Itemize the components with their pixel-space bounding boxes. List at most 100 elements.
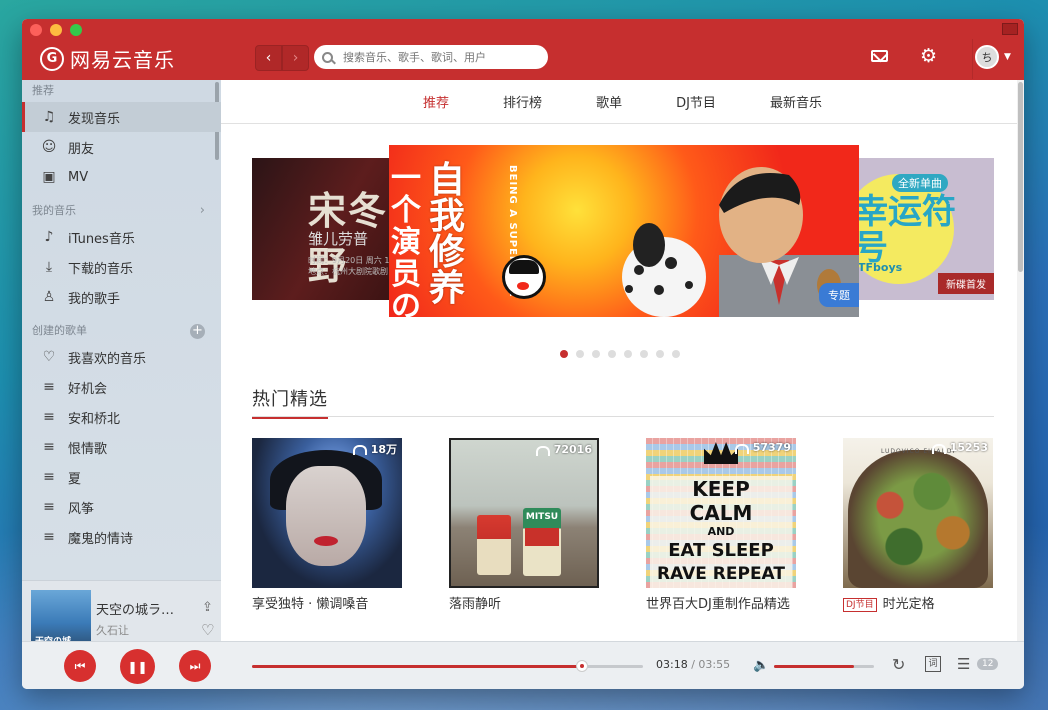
playlist-count-badge[interactable]: 12: [977, 658, 999, 670]
playlist-card[interactable]: 18万 享受独特 · 懒调嗓音: [252, 438, 402, 615]
sidebar-section-recommend: 推荐: [22, 80, 221, 102]
playlist-cover[interactable]: MITSU 72016: [449, 438, 599, 588]
carousel-dot[interactable]: [592, 350, 600, 358]
playlist-icon[interactable]: ☰: [957, 655, 970, 673]
mini-mode-button[interactable]: [1002, 23, 1018, 35]
playlist-title[interactable]: DJ节目 时光定格: [843, 595, 993, 615]
sidebar-item-liked[interactable]: ♡ 我喜欢的音乐: [22, 342, 221, 372]
pause-button[interactable]: ❚❚: [120, 649, 155, 684]
carousel-dots: [560, 350, 680, 358]
carousel-dot[interactable]: [640, 350, 648, 358]
sidebar-item-label: 好机会: [68, 381, 108, 397]
sidebar-section-playlists: 创建的歌单 +: [22, 320, 221, 342]
chevron-right-icon[interactable]: ›: [200, 200, 205, 222]
playlist-cover[interactable]: KEEP CALM AND EAT SLEEP RAVE REPEAT 5737…: [646, 438, 796, 588]
lyrics-icon[interactable]: 词: [925, 656, 941, 672]
back-button[interactable]: ‹: [255, 45, 282, 71]
play-count: 15253: [931, 441, 988, 454]
playlist-title[interactable]: 落雨静听: [449, 595, 599, 615]
banner-tag: 全新单曲: [892, 174, 948, 192]
sidebar-item-discover[interactable]: ♫ 发现音乐: [22, 102, 221, 132]
sidebar-item-downloads[interactable]: ⤓ 下载的音乐: [22, 252, 221, 282]
playlist-title-text: 时光定格: [882, 597, 935, 612]
heart-icon[interactable]: ♡: [201, 621, 214, 639]
sidebar-item-playlist[interactable]: ≡ 恨情歌: [22, 432, 221, 462]
sidebar-item-friends[interactable]: ☺ 朋友: [22, 132, 221, 162]
maximize-window-button[interactable]: [70, 24, 82, 36]
tab-dj[interactable]: DJ节目: [649, 92, 743, 111]
volume-slider[interactable]: [774, 665, 874, 668]
sidebar-item-label: 夏: [68, 471, 82, 487]
sidebar-item-mv[interactable]: ▣ MV: [22, 162, 221, 192]
gear-icon[interactable]: ⚙: [920, 45, 937, 67]
search-input[interactable]: [341, 49, 535, 65]
tab-new-music[interactable]: 最新音乐: [743, 92, 849, 111]
minimize-window-button[interactable]: [50, 24, 62, 36]
sidebar-item-artists[interactable]: ♙ 我的歌手: [22, 282, 221, 312]
carousel-dot[interactable]: [656, 350, 664, 358]
section-title: 我的音乐: [32, 204, 76, 217]
share-icon[interactable]: ⇪: [202, 600, 213, 615]
section-title[interactable]: 热门精选: [252, 385, 328, 419]
playlist-icon: ≡: [43, 469, 55, 485]
loop-icon[interactable]: ↻: [892, 655, 905, 674]
playlist-card[interactable]: MITSU 72016 落雨静听: [449, 438, 599, 615]
carousel-dot[interactable]: [560, 350, 568, 358]
now-playing-panel[interactable]: 天空の城 天空の城ラ… 久石让 ⇪ ♡: [22, 580, 221, 650]
play-count: 57379: [734, 441, 791, 454]
sidebar-item-playlist[interactable]: ≡ 风筝: [22, 492, 221, 522]
tab-playlists[interactable]: 歌单: [569, 92, 649, 111]
sidebar-item-playlist[interactable]: ≡ 夏: [22, 462, 221, 492]
volume-icon[interactable]: 🔈: [753, 658, 769, 673]
carousel-dot[interactable]: [608, 350, 616, 358]
main-content: 推荐 排行榜 歌单 DJ节目 最新音乐 宋冬野 雏儿劳普 时间：9月20日 周六…: [221, 80, 1024, 641]
carousel-dot[interactable]: [624, 350, 632, 358]
playlist-title[interactable]: 享受独特 · 懒调嗓音: [252, 595, 402, 615]
previous-track-button[interactable]: ⏮: [64, 650, 96, 682]
playlist-card[interactable]: KEEP CALM AND EAT SLEEP RAVE REPEAT 5737…: [646, 438, 796, 615]
sidebar-item-label: MV: [68, 169, 89, 185]
app-logo[interactable]: G 网易云音乐: [40, 44, 175, 73]
content-scrollbar[interactable]: [1017, 80, 1024, 641]
carousel-dot[interactable]: [672, 350, 680, 358]
playlist-cover[interactable]: 18万: [252, 438, 402, 588]
tab-charts[interactable]: 排行榜: [476, 92, 569, 111]
sidebar-item-playlist[interactable]: ≡ 魔鬼的情诗: [22, 522, 221, 552]
chevron-down-icon[interactable]: ▼: [1004, 52, 1011, 62]
forward-button[interactable]: ›: [282, 45, 309, 71]
headphone-icon: [931, 443, 946, 454]
sidebar-item-playlist[interactable]: ≡ 好机会: [22, 372, 221, 402]
play-count: 18万: [352, 441, 397, 457]
playlist-icon: ≡: [43, 379, 55, 395]
playlist-title[interactable]: 世界百大DJ重制作品精选: [646, 595, 796, 615]
history-nav: ‹ ›: [255, 45, 309, 71]
banner-title-col: 一个演员の: [391, 161, 421, 318]
banner-slide-active[interactable]: 一个演员の 自我修养 BEING A SUPERSTAR 专题: [389, 145, 859, 317]
add-playlist-button[interactable]: +: [190, 324, 205, 339]
avatar[interactable]: ち: [975, 45, 999, 69]
banner-slide[interactable]: 宋冬野 雏儿劳普 时间：9月20日 周六 19 地点：杭州大剧院歌剧: [252, 158, 412, 300]
banner-carousel: 宋冬野 雏儿劳普 时间：9月20日 周六 19 地点：杭州大剧院歌剧 全新单曲 …: [252, 145, 994, 320]
close-window-button[interactable]: [30, 24, 42, 36]
sidebar-section-my-music: 我的音乐 ›: [22, 200, 221, 222]
sidebar-item-itunes[interactable]: ♪ iTunes音乐: [22, 222, 221, 252]
next-track-button[interactable]: ⏭: [179, 650, 211, 682]
mail-icon[interactable]: [871, 50, 888, 62]
carousel-dot[interactable]: [576, 350, 584, 358]
app-window: G 网易云音乐 ‹ › ⚙ ち ▼ 推荐 ♫ 发现音乐 ☺ 朋友 ▣ MV 我的音乐 ›…: [22, 19, 1024, 689]
app-name: 网易云音乐: [70, 48, 175, 72]
cover-art: [314, 536, 338, 546]
search-box[interactable]: [314, 45, 548, 69]
section-title: 推荐: [32, 84, 54, 97]
playlist-icon: ≡: [43, 529, 55, 545]
scroll-thumb[interactable]: [1018, 82, 1023, 272]
cover-text: MITSU: [525, 512, 559, 522]
playlist-card[interactable]: LUDOVICO EINAUDI 15253 DJ节目 时光定格: [843, 438, 993, 615]
sidebar-item-playlist[interactable]: ≡ 安和桥北: [22, 402, 221, 432]
progress-knob[interactable]: [576, 660, 588, 672]
progress-slider[interactable]: [252, 660, 643, 672]
sidebar-item-label: 恨情歌: [68, 441, 108, 457]
playlist-cover[interactable]: LUDOVICO EINAUDI 15253: [843, 438, 993, 588]
tab-recommend[interactable]: 推荐: [396, 92, 476, 111]
netease-logo-icon: G: [40, 46, 64, 71]
